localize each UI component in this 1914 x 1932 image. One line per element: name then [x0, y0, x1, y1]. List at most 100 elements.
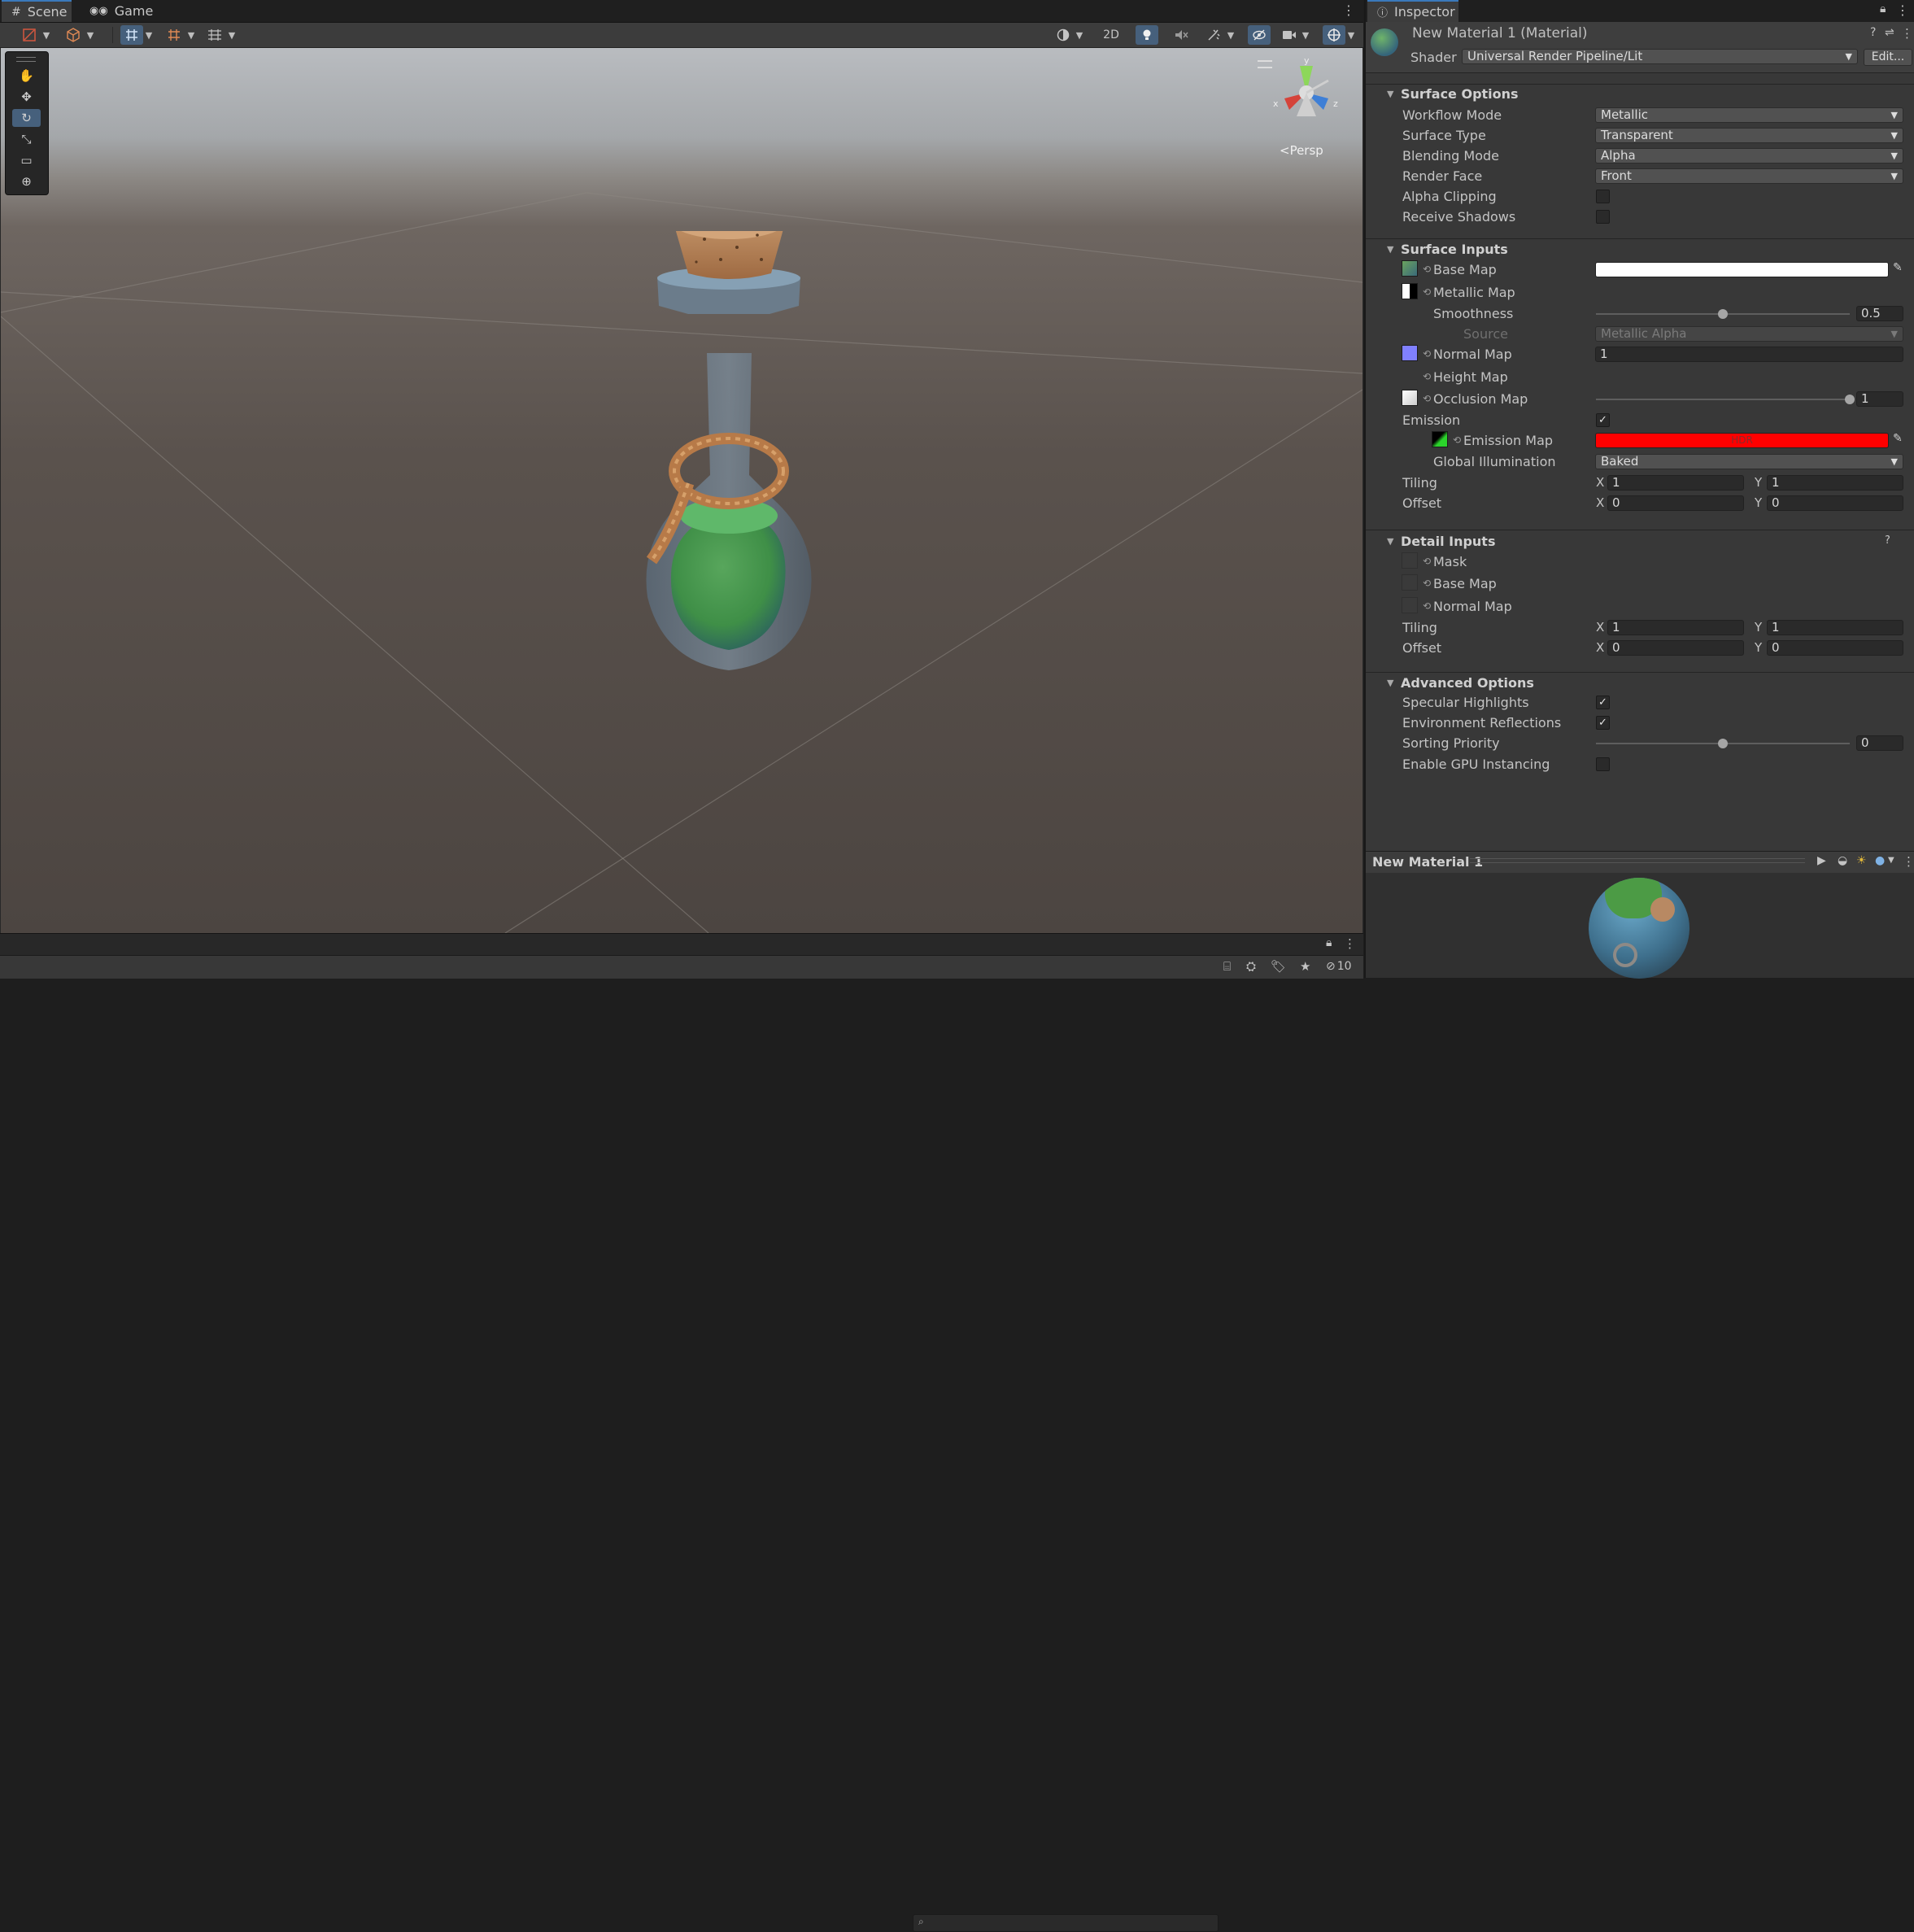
orientation-gizmo[interactable]: y x z	[1270, 56, 1343, 129]
material-preview[interactable]	[1366, 873, 1914, 979]
specular-highlights-checkbox[interactable]: ✓	[1596, 696, 1610, 709]
base-map-thumbnail[interactable]	[1402, 260, 1418, 277]
move-tool-icon[interactable]: ✥	[12, 88, 41, 106]
help-icon[interactable]: ?	[1870, 26, 1876, 39]
emission-checkbox[interactable]: ✓	[1596, 413, 1610, 427]
receive-shadows-checkbox[interactable]	[1596, 210, 1610, 224]
global-illumination-dropdown[interactable]: Baked ▼	[1595, 454, 1903, 469]
emission-color-field[interactable]: HDR	[1595, 433, 1889, 448]
offset-y-field[interactable]: 0	[1767, 495, 1903, 511]
rotate-tool-icon[interactable]: ↻	[12, 109, 41, 127]
draw-mode-dropdown-icon[interactable]: ▼	[41, 25, 52, 45]
lighting-toggle-icon[interactable]	[1136, 25, 1158, 45]
grid-snap-dropdown-icon[interactable]: ▼	[143, 25, 155, 45]
detail-tiling-y-field[interactable]: 1	[1767, 620, 1903, 635]
smoothness-slider-handle[interactable]	[1718, 309, 1728, 319]
scale-tool-icon[interactable]: ⤡	[12, 130, 41, 148]
2d-toggle-button[interactable]: 2D	[1097, 25, 1126, 45]
star-icon[interactable]: ★	[1300, 959, 1310, 974]
snap-increment-dropdown-icon[interactable]: ▼	[185, 25, 197, 45]
lock-icon[interactable]: 🔒︎	[1326, 936, 1332, 949]
grid-icon[interactable]	[203, 25, 226, 45]
preview-dropdown-icon[interactable]: ▼	[1888, 856, 1894, 865]
effects-dropdown-icon[interactable]: ▼	[1225, 25, 1236, 45]
offset-x-field[interactable]: 0	[1607, 495, 1744, 511]
metallic-map-thumbnail[interactable]	[1402, 283, 1418, 299]
grid-snap-icon[interactable]	[120, 25, 143, 45]
tab-game[interactable]: ◉◉ Game	[80, 0, 153, 22]
camera-dropdown-icon[interactable]: ▼	[1300, 25, 1311, 45]
shader-dropdown[interactable]: Universal Render Pipeline/Lit ▼	[1462, 49, 1858, 64]
tiling-x-field[interactable]: 1	[1607, 475, 1744, 491]
filter-icon[interactable]: ⛭	[1246, 959, 1256, 974]
search-by-type-icon[interactable]: ⌸	[1223, 959, 1231, 974]
cube-dropdown-icon[interactable]: ▼	[85, 25, 96, 45]
render-mode-dropdown-icon[interactable]: ▼	[1074, 25, 1085, 45]
detail-offset-x-field[interactable]: 0	[1607, 640, 1744, 656]
advanced-options-title[interactable]: Advanced Options	[1401, 675, 1534, 691]
gizmos-icon[interactable]	[1323, 25, 1345, 45]
detail-tiling-x-field[interactable]: 1	[1607, 620, 1744, 635]
sorting-priority-value-field[interactable]: 0	[1856, 735, 1903, 751]
environment-reflections-checkbox[interactable]: ✓	[1596, 716, 1610, 730]
more-options-icon[interactable]: ⋮	[1342, 2, 1355, 18]
presets-icon[interactable]: ⇌	[1885, 26, 1894, 39]
alpha-clipping-checkbox[interactable]	[1596, 190, 1610, 203]
foldout-arrow-icon[interactable]: ▼	[1387, 536, 1393, 547]
detail-normal-map-slot[interactable]	[1402, 597, 1418, 613]
hidden-count[interactable]: ⊘ 10	[1326, 960, 1352, 973]
sorting-priority-slider-handle[interactable]	[1718, 739, 1728, 748]
preview-resize-handle[interactable]	[1470, 858, 1805, 863]
status-more-icon[interactable]: ⋮	[1344, 936, 1356, 951]
gizmos-dropdown-icon[interactable]: ▼	[1345, 25, 1357, 45]
foldout-arrow-icon[interactable]: ▼	[1387, 244, 1393, 255]
hand-tool-icon[interactable]: ✋	[12, 67, 41, 85]
render-face-dropdown[interactable]: Front ▼	[1595, 168, 1903, 184]
projection-label[interactable]: <Persp	[1280, 143, 1323, 158]
tools-drag-handle-icon[interactable]	[16, 57, 36, 62]
rect-tool-icon[interactable]: ▭	[12, 151, 41, 169]
emission-map-thumbnail[interactable]	[1432, 431, 1448, 447]
foldout-arrow-icon[interactable]: ▼	[1387, 678, 1393, 688]
smoothness-value-field[interactable]: 0.5	[1856, 306, 1903, 321]
cube-icon[interactable]	[62, 25, 85, 45]
gpu-instancing-checkbox[interactable]	[1596, 757, 1610, 771]
eyedropper-icon[interactable]: ✎	[1893, 261, 1903, 274]
hierarchy-search-input[interactable]: ⌕	[913, 1914, 1219, 1932]
workflow-mode-dropdown[interactable]: Metallic ▼	[1595, 107, 1903, 123]
normal-map-scale-field[interactable]: 1	[1595, 347, 1903, 362]
scene-viewport[interactable]: y x z <Persp	[1, 48, 1362, 933]
hidden-objects-icon[interactable]	[1248, 25, 1271, 45]
grid-dropdown-icon[interactable]: ▼	[226, 25, 238, 45]
detail-base-map-slot[interactable]	[1402, 574, 1418, 591]
tab-scene[interactable]: # Scene	[2, 0, 72, 22]
surface-options-title[interactable]: Surface Options	[1401, 86, 1519, 102]
inspector-lock-icon[interactable]: 🔒︎	[1880, 2, 1886, 15]
edit-shader-button[interactable]: Edit...	[1864, 49, 1912, 66]
foldout-arrow-icon[interactable]: ▼	[1387, 89, 1393, 99]
preview-menu-icon[interactable]: ⋮	[1903, 854, 1914, 869]
mask-slot[interactable]	[1402, 552, 1418, 569]
occlusion-slider[interactable]	[1596, 399, 1850, 400]
render-mode-icon[interactable]	[1053, 25, 1074, 45]
gizmo-handle-icon[interactable]	[1258, 60, 1272, 68]
surface-inputs-title[interactable]: Surface Inputs	[1401, 242, 1508, 257]
detail-inputs-title[interactable]: Detail Inputs	[1401, 534, 1495, 549]
tiling-y-field[interactable]: 1	[1767, 475, 1903, 491]
occlusion-slider-handle[interactable]	[1845, 395, 1855, 404]
header-menu-icon[interactable]: ⋮	[1901, 26, 1913, 41]
preview-sphere-icon[interactable]: ●	[1875, 854, 1885, 867]
detail-offset-y-field[interactable]: 0	[1767, 640, 1903, 656]
camera-icon[interactable]	[1279, 25, 1300, 45]
surface-type-dropdown[interactable]: Transparent ▼	[1595, 128, 1903, 143]
transform-tool-icon[interactable]: ⊕	[12, 172, 41, 190]
snap-increment-icon[interactable]	[163, 25, 185, 45]
preview-shape-icon[interactable]: ◒	[1838, 854, 1847, 867]
inspector-menu-icon[interactable]: ⋮	[1896, 2, 1909, 18]
occlusion-map-thumbnail[interactable]	[1402, 390, 1418, 406]
tab-inspector[interactable]: ⓘ Inspector	[1367, 0, 1458, 22]
blending-mode-dropdown[interactable]: Alpha ▼	[1595, 148, 1903, 164]
preview-light-icon[interactable]: ☀	[1856, 854, 1867, 867]
audio-toggle-icon[interactable]	[1170, 25, 1192, 45]
play-icon[interactable]: ▶	[1817, 854, 1826, 867]
